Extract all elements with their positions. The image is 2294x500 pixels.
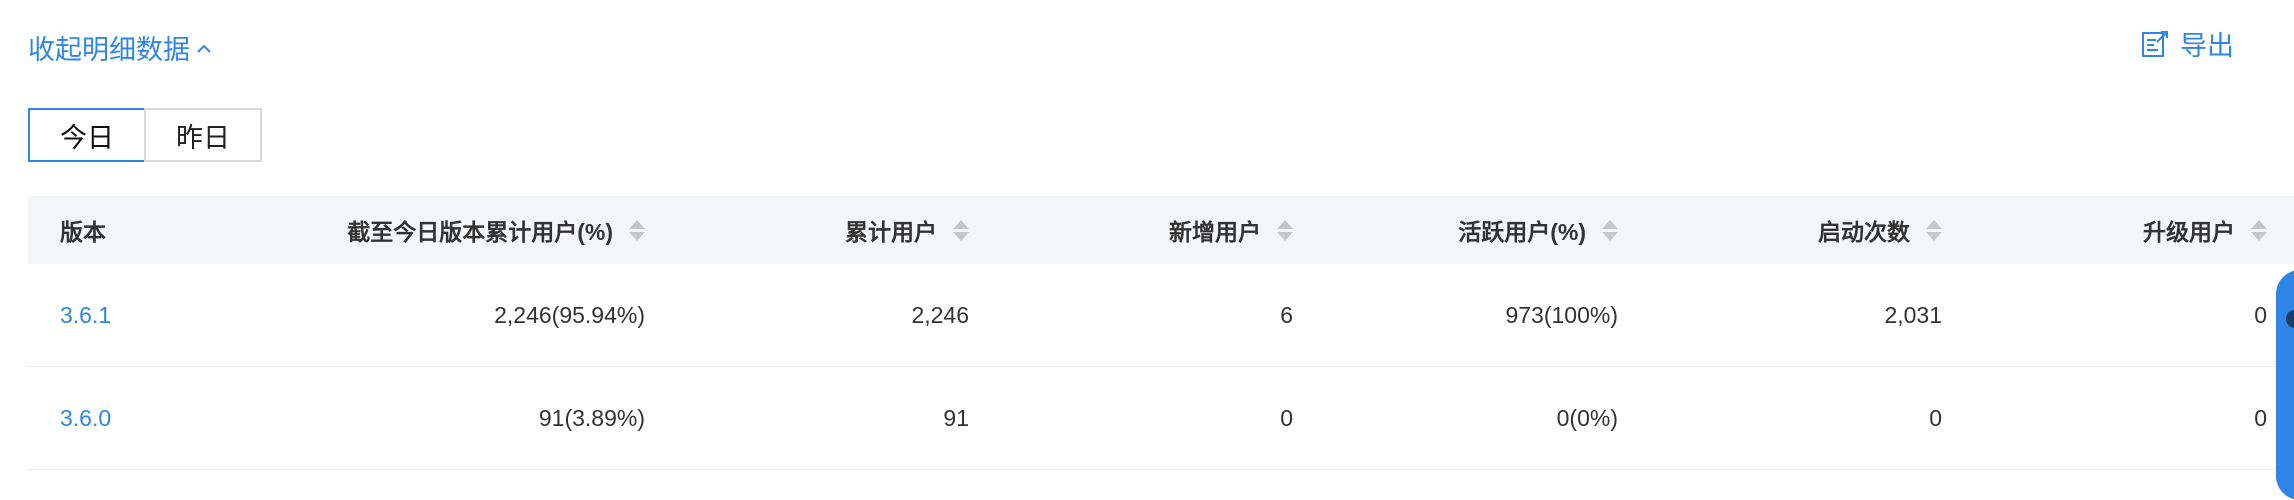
table-row: 3.6.1 2,246(95.94%) 2,246 6 973(100%) 2,…	[28, 264, 2294, 367]
cell-upgraded-users: 0	[2254, 301, 2267, 328]
sort-icon[interactable]	[2251, 219, 2267, 241]
table-header: 版本 截至今日版本累计用户(%) 累计用户 新增用户 活跃用户(%) 启动次数 …	[28, 196, 2294, 264]
tab-yesterday[interactable]: 昨日	[144, 108, 262, 162]
collapse-detail-label: 收起明细数据	[28, 35, 190, 65]
version-table: 版本 截至今日版本累计用户(%) 累计用户 新增用户 活跃用户(%) 启动次数 …	[28, 196, 2294, 470]
header-upgraded-users[interactable]: 升级用户	[28, 196, 2267, 264]
tab-today[interactable]: 今日	[28, 108, 146, 162]
cell-upgraded-users: 0	[2254, 404, 2267, 431]
export-label: 导出	[2180, 31, 2234, 61]
export-button[interactable]: 导出	[2140, 24, 2234, 63]
header-label: 升级用户	[2143, 219, 2235, 245]
date-tabs: 今日 昨日	[28, 108, 262, 162]
chevron-up-icon	[197, 44, 211, 53]
floating-side-button[interactable]	[2276, 270, 2294, 500]
table-row: 3.6.0 91(3.89%) 91 0 0(0%) 0 0	[28, 367, 2294, 470]
export-icon	[2142, 30, 2168, 57]
collapse-detail-link[interactable]: 收起明细数据	[28, 28, 212, 67]
